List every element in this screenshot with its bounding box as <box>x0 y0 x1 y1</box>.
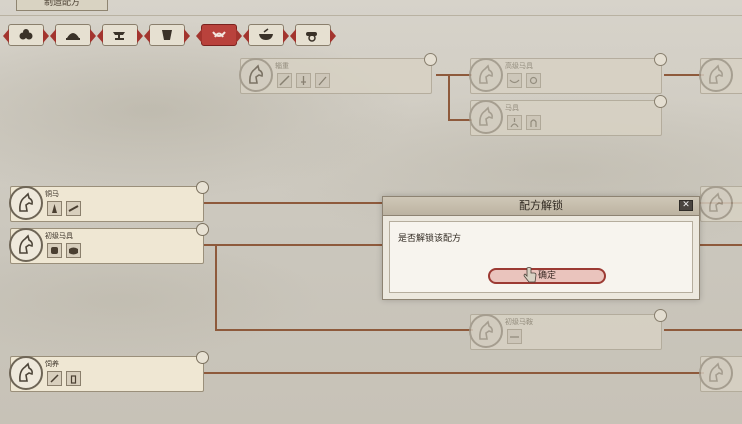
tab-saddle[interactable] <box>196 24 242 46</box>
connector <box>204 202 384 204</box>
spear-icon <box>318 76 327 86</box>
connector <box>436 74 472 76</box>
horse-icon <box>699 58 733 92</box>
connector <box>448 74 450 120</box>
horse-icon <box>9 186 43 220</box>
dialog-message: 是否解锁该配方 <box>398 234 462 244</box>
hide-icon <box>69 247 78 255</box>
stirrup-icon <box>510 118 519 128</box>
connector <box>204 372 704 374</box>
armor-icon <box>162 30 172 40</box>
helmet-icon <box>66 33 80 40</box>
item-slot[interactable] <box>296 73 311 88</box>
tab-anvil[interactable] <box>97 24 143 46</box>
dialog-title: 配方解锁 <box>519 199 563 212</box>
dialog-header: 配方解锁 ✕ <box>383 197 699 216</box>
blade-icon <box>68 205 79 212</box>
node-toggle[interactable] <box>654 309 667 322</box>
recipe-node[interactable] <box>699 58 742 94</box>
close-button[interactable]: ✕ <box>679 200 693 211</box>
tab-helmet[interactable] <box>50 24 96 46</box>
tab-cluster[interactable] <box>3 24 49 46</box>
connector <box>664 329 742 331</box>
dagger-icon <box>301 76 306 85</box>
unlock-dialog: 配方解锁 ✕ 是否解锁该配方 确定 <box>382 196 700 300</box>
connector <box>664 74 704 76</box>
tab-cannon[interactable] <box>290 24 336 46</box>
horse-icon <box>9 356 43 390</box>
bottle-icon <box>70 375 77 384</box>
recipe-node[interactable]: 初级马具 <box>9 223 209 264</box>
tab-armor[interactable] <box>144 24 190 46</box>
item-slot[interactable] <box>66 243 81 258</box>
node-toggle[interactable] <box>654 95 667 108</box>
horse-icon <box>699 186 733 220</box>
horse-icon <box>9 228 43 262</box>
item-slot[interactable] <box>507 73 522 88</box>
cannon-icon <box>306 32 317 42</box>
saddle-icon <box>212 31 226 38</box>
rein-icon <box>510 336 519 338</box>
bridle-icon <box>529 76 538 85</box>
item-slot[interactable] <box>315 73 330 88</box>
leather-icon <box>51 247 58 254</box>
bowl-icon <box>259 28 273 40</box>
confirm-button[interactable]: 确定 <box>488 268 606 284</box>
recipe-node[interactable]: 初级马鞍 <box>469 309 667 350</box>
feed-icon <box>50 374 59 383</box>
item-slot[interactable] <box>66 201 81 216</box>
horseshoe-icon <box>530 119 537 127</box>
item-slot[interactable] <box>277 73 292 88</box>
connector <box>215 244 217 330</box>
hand-cursor-icon <box>523 267 537 283</box>
node-toggle[interactable] <box>196 223 209 236</box>
node-toggle[interactable] <box>424 53 437 66</box>
anvil-icon <box>113 32 125 40</box>
node-toggle[interactable] <box>196 181 209 194</box>
connector <box>215 329 473 331</box>
cluster-icon <box>19 29 33 40</box>
recipe-node[interactable]: 辎重 <box>239 53 437 94</box>
node-toggle[interactable] <box>654 53 667 66</box>
horse-icon <box>239 58 273 92</box>
item-slot[interactable] <box>47 371 62 386</box>
arrowhead-icon <box>52 204 57 213</box>
item-slot[interactable] <box>66 371 81 386</box>
recipe-node[interactable]: 饲养 <box>9 351 209 392</box>
horse-icon <box>469 100 503 134</box>
connector <box>204 244 384 246</box>
dialog-body: 是否解锁该配方 确定 <box>389 221 693 293</box>
connector <box>700 244 742 246</box>
item-slot[interactable] <box>47 201 62 216</box>
horse-icon <box>469 314 503 348</box>
item-slot[interactable] <box>526 73 541 88</box>
page-title: 制造配方 <box>16 0 108 11</box>
item-slot[interactable] <box>507 115 522 130</box>
horse-icon <box>699 356 733 390</box>
item-slot[interactable] <box>47 243 62 258</box>
sword-icon <box>279 75 290 86</box>
horse-icon <box>469 58 503 92</box>
recipe-node[interactable]: 铜马 <box>9 181 209 222</box>
recipe-node[interactable] <box>699 356 742 392</box>
recipe-node[interactable]: 马具 <box>469 95 667 136</box>
item-slot[interactable] <box>526 115 541 130</box>
tab-bowl[interactable] <box>243 24 289 46</box>
header-divider <box>0 15 742 16</box>
node-toggle[interactable] <box>196 351 209 364</box>
saddle-icon <box>509 79 520 84</box>
recipe-node[interactable] <box>699 186 742 222</box>
item-slot[interactable] <box>507 329 522 344</box>
recipe-node[interactable]: 高级马具 <box>469 53 667 94</box>
